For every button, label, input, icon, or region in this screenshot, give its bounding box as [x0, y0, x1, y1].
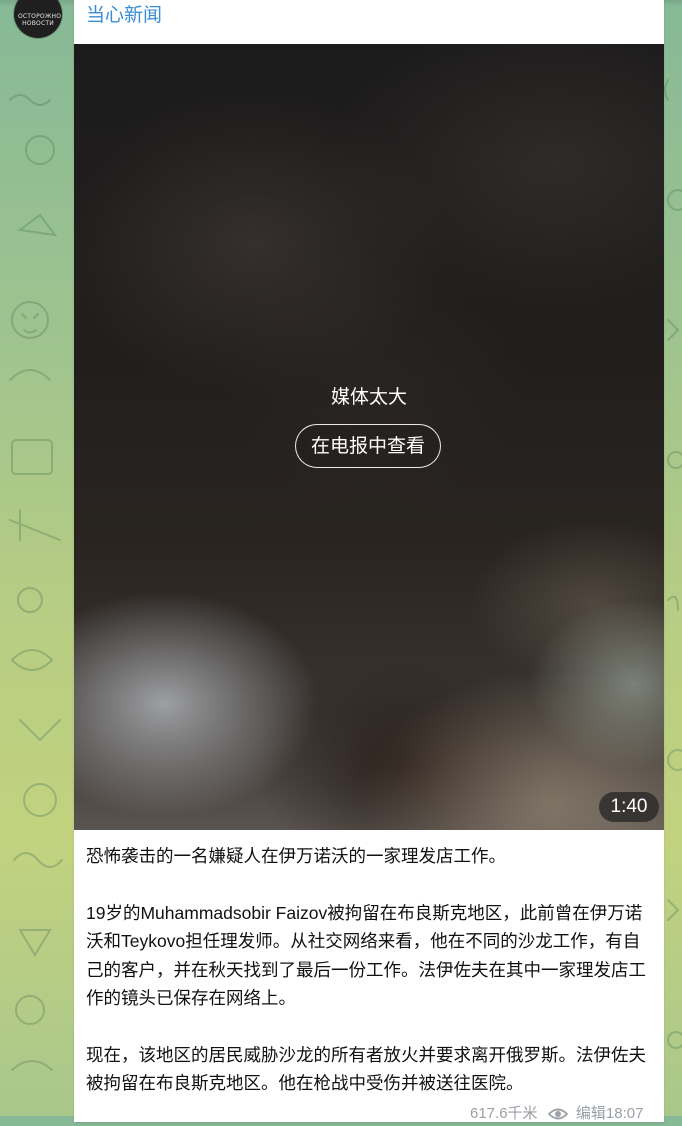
view-in-telegram-button[interactable]: 在电报中查看 — [295, 424, 441, 468]
post-meta: 617.6千米 编辑18:07 — [470, 1106, 643, 1122]
channel-name-link[interactable]: 当心新闻 — [86, 5, 162, 27]
post-paragraph-2: 19岁的Muhammadsobir Faizov被拘留在布良斯克地区，此前曾在伊… — [86, 902, 646, 1009]
post-paragraph-1: 恐怖袭击的一名嫌疑人在伊万诺沃的一家理发店工作。 — [86, 846, 506, 866]
message-bubble: 当心新闻 媒体太大 在电报中查看 1:40 恐怖袭击的一名嫌疑人在伊万诺沃的一家… — [74, 0, 664, 1122]
post-paragraph-3: 现在，该地区的居民威胁沙龙的所有者放火并要求离开俄罗斯。法伊佐夫被拘留在布良斯克… — [86, 1044, 646, 1094]
video-duration-badge: 1:40 — [599, 792, 659, 822]
edited-time: 编辑18:07 — [575, 1105, 644, 1122]
post-text: 恐怖袭击的一名嫌疑人在伊万诺沃的一家理发店工作。 19岁的Muhammadsob… — [86, 842, 652, 1126]
avatar-logo-text: ОСТОРОЖНО НОВОСТИ — [18, 13, 62, 27]
video-preview[interactable]: 媒体太大 在电报中查看 1:40 — [74, 44, 664, 830]
view-count: 617.6千米 — [470, 1105, 538, 1122]
media-too-large-label: 媒体太大 — [330, 387, 407, 408]
eye-icon — [547, 1108, 568, 1120]
channel-avatar[interactable]: ОСТОРОЖНО НОВОСТИ — [14, 0, 62, 38]
